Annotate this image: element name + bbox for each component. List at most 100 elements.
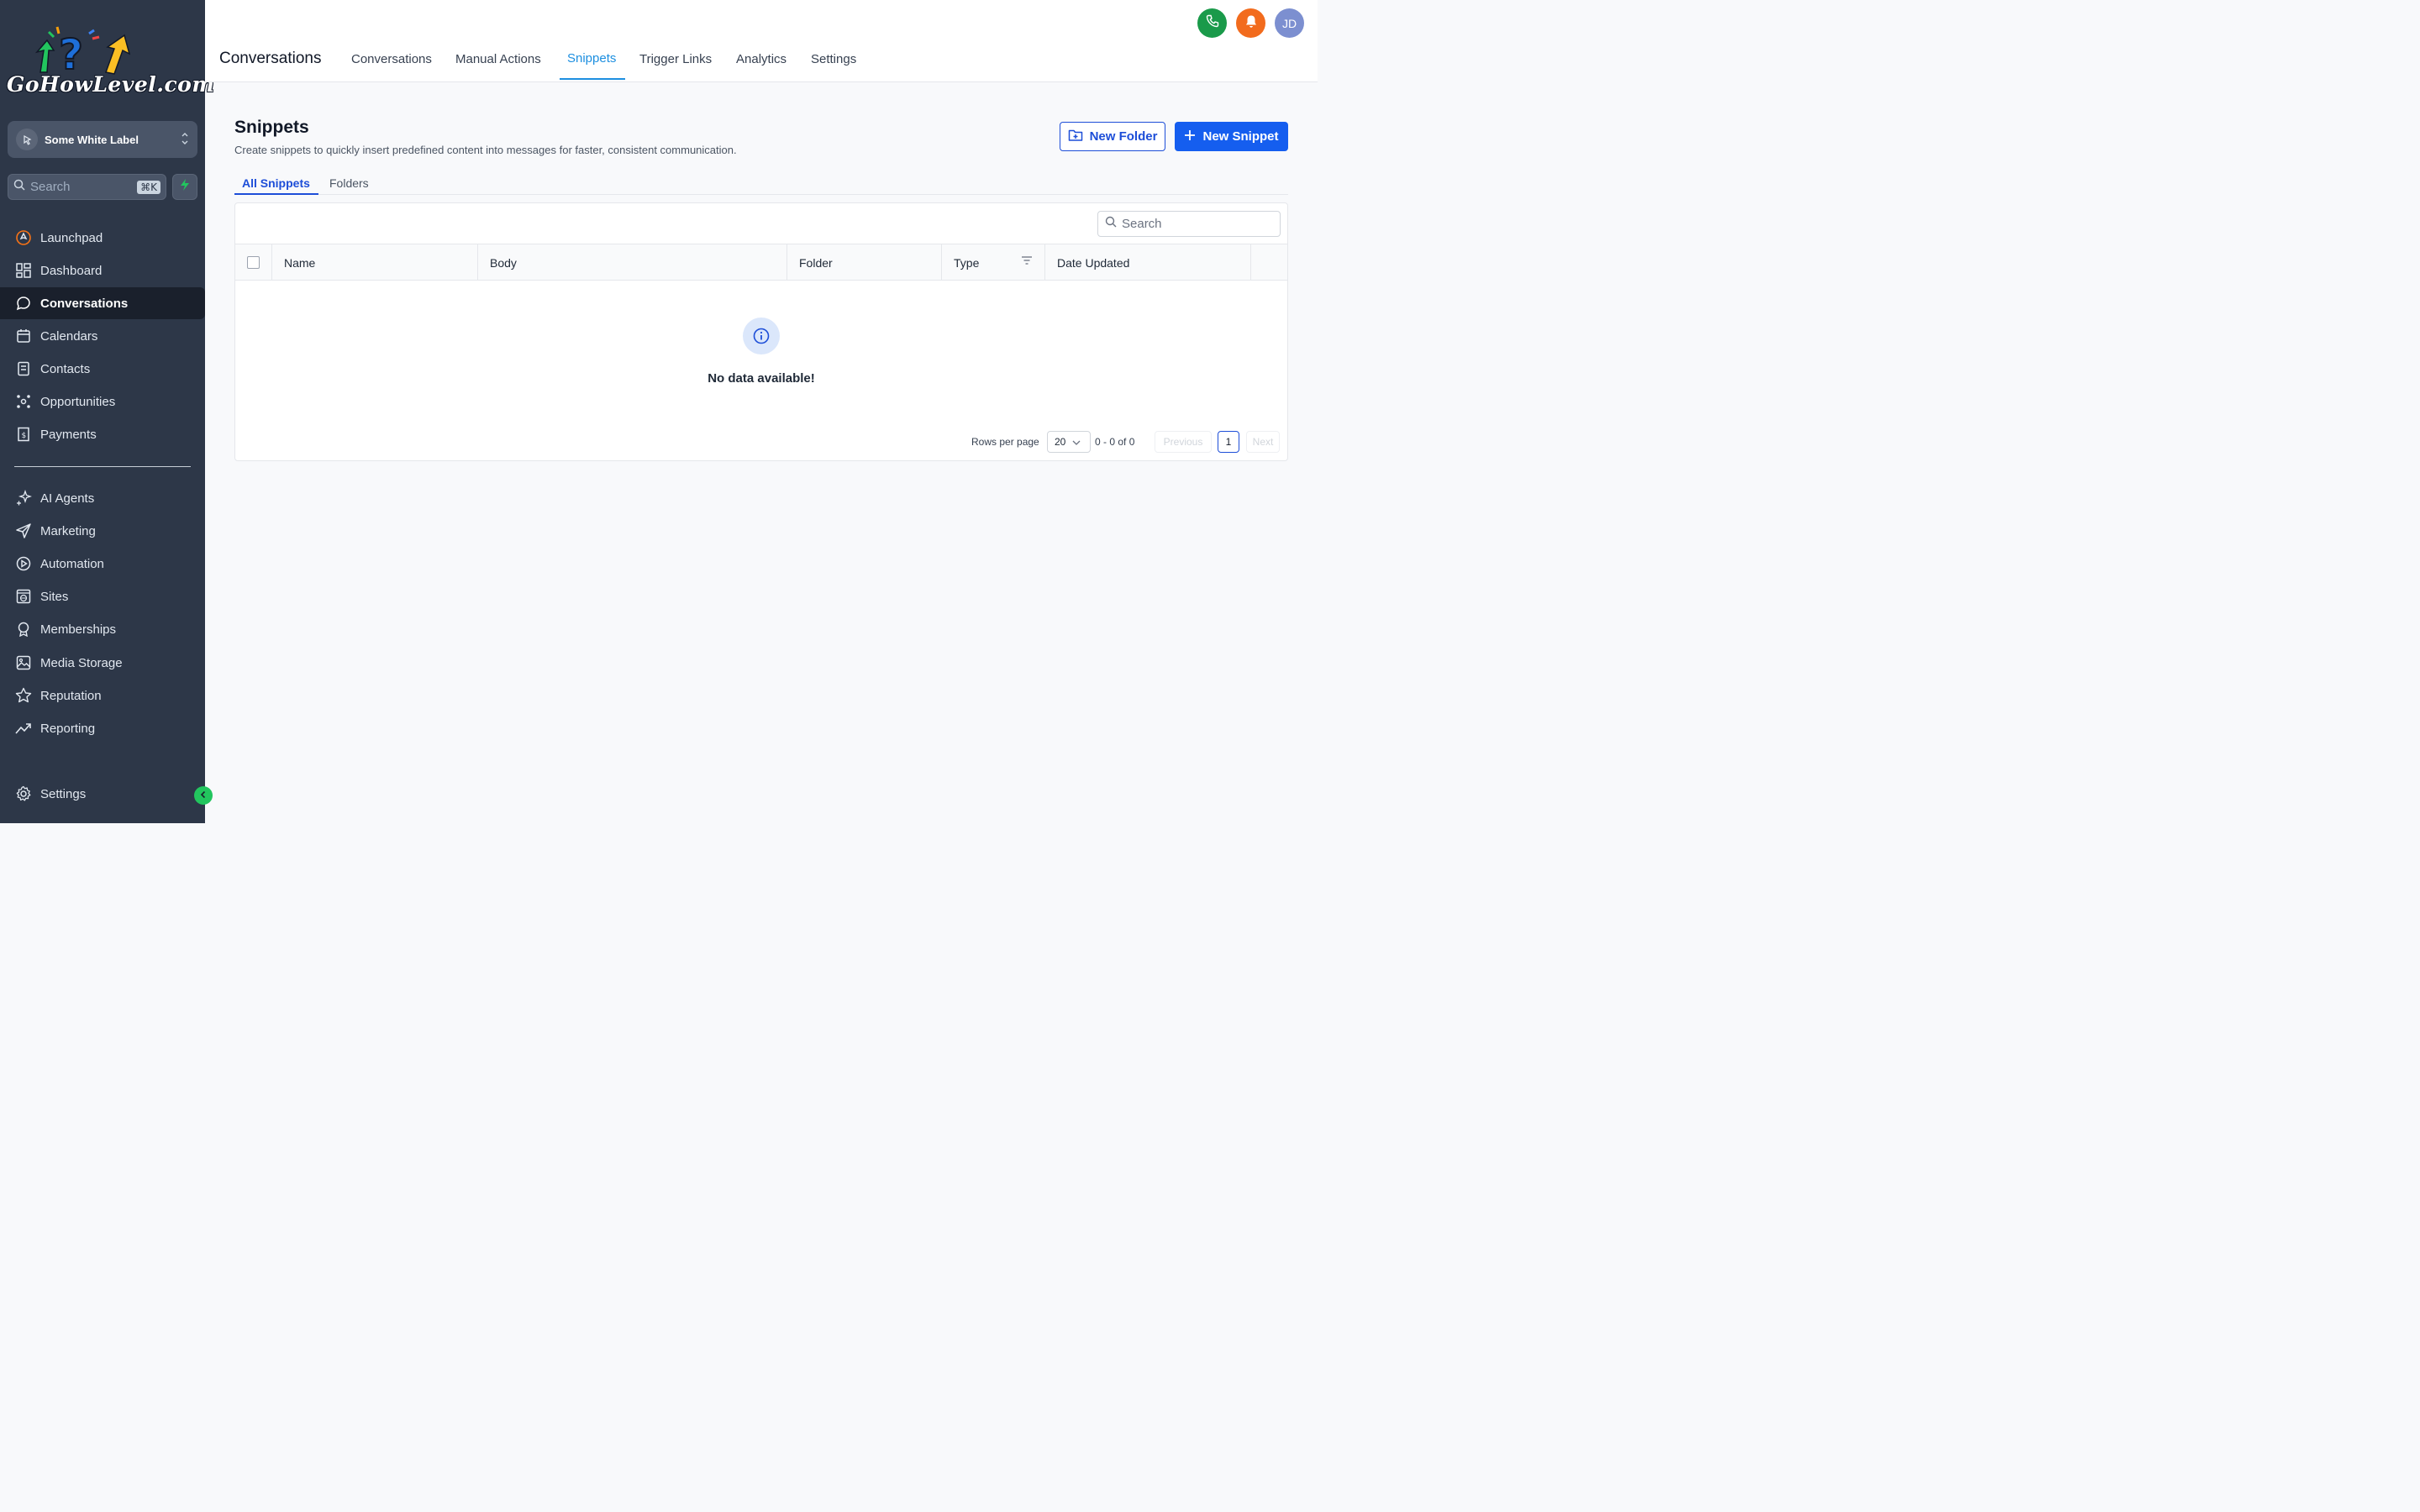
sidebar-item-opportunities[interactable]: Opportunities <box>0 386 205 417</box>
sidebar-item-sites[interactable]: Sites <box>0 580 205 612</box>
sidebar-item-conversations[interactable]: Conversations <box>0 287 205 319</box>
sidebar-item-label: Automation <box>40 556 104 571</box>
sidebar-item-label: Conversations <box>40 296 129 311</box>
collapse-sidebar-button[interactable] <box>194 786 213 805</box>
search-icon <box>13 179 25 195</box>
brand-logo[interactable]: ? GoHowLevel.com <box>7 25 214 101</box>
play-circle-icon <box>15 555 32 572</box>
new-folder-button[interactable]: New Folder <box>1060 122 1165 151</box>
call-button[interactable] <box>1197 8 1227 38</box>
active-subtab-indicator <box>234 193 318 195</box>
column-header-type[interactable]: Type <box>942 244 1045 281</box>
subtab-folders[interactable]: Folders <box>329 176 369 190</box>
current-page-button[interactable]: 1 <box>1218 431 1239 453</box>
send-icon <box>15 522 32 539</box>
sidebar-item-reputation[interactable]: Reputation <box>0 680 205 711</box>
sidebar-item-marketing[interactable]: Marketing <box>0 515 205 547</box>
sidebar-item-ai-agents[interactable]: AI Agents <box>0 482 205 514</box>
search-icon <box>1105 216 1117 232</box>
sidebar-search-input[interactable] <box>30 180 138 194</box>
info-icon <box>743 318 780 354</box>
sparkle-icon <box>15 490 32 507</box>
table-search[interactable] <box>1097 211 1281 237</box>
sidebar-item-payments[interactable]: $ Payments <box>0 418 205 450</box>
image-icon <box>15 654 32 671</box>
sidebar-item-media-storage[interactable]: Media Storage <box>0 647 205 679</box>
chevron-left-icon <box>199 788 208 803</box>
select-all-checkbox[interactable] <box>247 256 260 269</box>
sidebar-item-label: Memberships <box>40 622 117 637</box>
column-header-body[interactable]: Body <box>478 244 787 281</box>
tab-conversations[interactable]: Conversations <box>351 52 432 66</box>
sidebar-item-label: Payments <box>40 427 97 442</box>
sidebar-item-label: Reporting <box>40 721 96 736</box>
globe-icon <box>15 588 32 605</box>
award-icon <box>15 621 32 638</box>
sidebar-item-reporting[interactable]: Reporting <box>0 712 205 744</box>
pagination-range: 0 - 0 of 0 <box>1095 436 1135 448</box>
new-snippet-button[interactable]: New Snippet <box>1175 122 1288 151</box>
new-folder-label: New Folder <box>1089 129 1158 144</box>
top-header: Conversations Conversations Manual Actio… <box>205 0 1318 82</box>
star-icon <box>15 687 32 704</box>
account-name: Some White Label <box>45 133 139 146</box>
tab-trigger-links[interactable]: Trigger Links <box>639 52 712 66</box>
tab-manual-actions[interactable]: Manual Actions <box>455 52 541 66</box>
tab-snippets[interactable]: Snippets <box>567 51 616 66</box>
calendar-icon <box>15 328 32 344</box>
rows-per-page-select[interactable]: 20 <box>1047 431 1091 453</box>
empty-state-message: No data available! <box>708 371 815 386</box>
folder-plus-icon <box>1068 129 1083 145</box>
account-switcher[interactable]: Some White Label <box>8 121 197 158</box>
sidebar-item-memberships[interactable]: Memberships <box>0 613 205 645</box>
column-header-type-label: Type <box>954 255 980 270</box>
sidebar-item-dashboard[interactable]: Dashboard <box>0 255 205 286</box>
rows-per-page-value: 20 <box>1055 436 1066 448</box>
svg-text:$: $ <box>22 432 27 440</box>
sidebar-item-settings[interactable]: Settings <box>0 778 205 810</box>
tab-analytics[interactable]: Analytics <box>736 52 786 66</box>
plus-icon <box>1184 129 1196 144</box>
sidebar-item-label: Contacts <box>40 361 91 376</box>
sidebar-item-calendars[interactable]: Calendars <box>0 320 205 352</box>
shortcut-badge: ⌘K <box>137 180 160 194</box>
quick-action-button[interactable] <box>172 174 197 200</box>
sidebar-item-label: AI Agents <box>40 491 95 506</box>
section-title: Snippets <box>234 118 309 137</box>
chevron-updown-icon <box>181 131 189 148</box>
column-header-folder[interactable]: Folder <box>787 244 942 281</box>
funnel-icon <box>15 393 32 410</box>
sidebar: ? GoHowLevel.com Some White Label ⌘K Lau… <box>0 0 214 823</box>
previous-page-button[interactable]: Previous <box>1155 431 1212 453</box>
sidebar-item-label: Opportunities <box>40 394 116 409</box>
tab-settings[interactable]: Settings <box>811 52 856 66</box>
filter-icon[interactable] <box>1021 255 1033 268</box>
contacts-icon <box>15 360 32 377</box>
subtab-all-snippets[interactable]: All Snippets <box>242 176 310 190</box>
subtab-divider <box>234 194 1288 195</box>
trend-icon <box>15 720 32 737</box>
page-title: Conversations <box>219 50 322 67</box>
sidebar-item-contacts[interactable]: Contacts <box>0 353 205 385</box>
sidebar-item-automation[interactable]: Automation <box>0 548 205 580</box>
sidebar-item-label: Settings <box>40 786 87 801</box>
bell-icon <box>1244 14 1258 33</box>
sidebar-search[interactable]: ⌘K <box>8 174 166 200</box>
receipt-icon: $ <box>15 426 32 443</box>
new-snippet-label: New Snippet <box>1202 129 1279 144</box>
section-subtitle: Create snippets to quickly insert predef… <box>234 144 737 156</box>
table-search-input[interactable] <box>1122 217 1273 231</box>
grid-icon <box>15 262 32 279</box>
notifications-button[interactable] <box>1236 8 1265 38</box>
phone-icon <box>1206 14 1219 32</box>
next-page-button[interactable]: Next <box>1246 431 1280 453</box>
user-avatar[interactable]: JD <box>1275 8 1304 38</box>
column-header-date-updated[interactable]: Date Updated <box>1045 244 1251 281</box>
column-header-name[interactable]: Name <box>272 244 478 281</box>
sidebar-item-launchpad[interactable]: Launchpad <box>0 222 205 254</box>
chevron-down-icon <box>1072 436 1081 448</box>
logo-question-arrow-icon: ? <box>34 26 131 80</box>
snippets-table: Name Body Folder Type Date Updated No da… <box>234 202 1288 461</box>
table-header: Name Body Folder Type Date Updated <box>235 244 1287 281</box>
gear-icon <box>15 785 32 802</box>
